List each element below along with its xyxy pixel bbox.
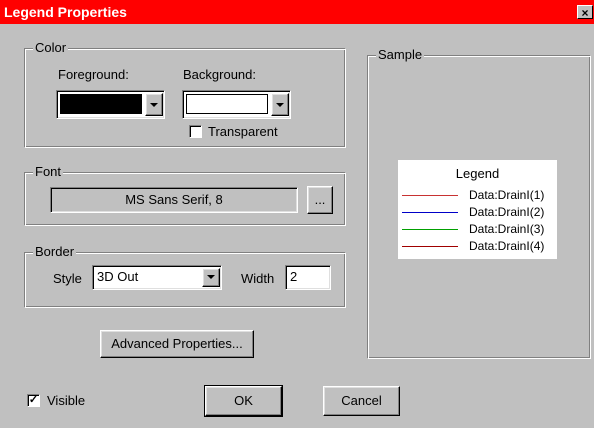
- border-width-value: 2: [290, 269, 298, 284]
- border-style-value: 3D Out: [97, 269, 139, 284]
- font-display-field: MS Sans Serif, 8: [50, 187, 298, 213]
- border-group-label: Border: [33, 244, 77, 259]
- foreground-label: Foreground:: [58, 67, 129, 82]
- foreground-color-swatch: [60, 94, 142, 114]
- legend-series-name: Data:DrainI(2): [469, 205, 545, 219]
- legend-series-line: [402, 229, 458, 230]
- dropdown-arrow-icon: [207, 275, 215, 279]
- sample-legend-title: Legend: [455, 166, 500, 181]
- visible-label: Visible: [47, 393, 86, 408]
- foreground-color-select[interactable]: [56, 90, 165, 119]
- background-color-swatch: [186, 94, 268, 114]
- background-color-select[interactable]: [182, 90, 291, 119]
- foreground-dropdown-button[interactable]: [145, 93, 163, 116]
- legend-series-row: Data:DrainI(1): [398, 188, 559, 202]
- border-style-select[interactable]: 3D Out: [92, 265, 222, 290]
- font-value: MS Sans Serif, 8: [125, 192, 223, 207]
- dropdown-arrow-icon: [150, 103, 158, 107]
- visible-checkbox[interactable]: ✓: [27, 394, 40, 407]
- legend-series-name: Data:DrainI(4): [469, 239, 545, 253]
- cancel-button[interactable]: Cancel: [323, 386, 400, 416]
- legend-series-row: Data:DrainI(2): [398, 205, 559, 219]
- close-icon: ×: [581, 6, 589, 20]
- advanced-properties-label: Advanced Properties...: [111, 336, 243, 351]
- color-group-label: Color: [33, 40, 69, 55]
- width-label: Width: [241, 271, 275, 286]
- sample-legend-box: Legend Data:DrainI(1) Data:DrainI(2) Dat…: [397, 159, 558, 260]
- ok-button[interactable]: OK: [204, 385, 283, 417]
- checkbox-icon: ✓: [28, 394, 39, 406]
- ok-label: OK: [234, 393, 253, 408]
- cancel-label: Cancel: [341, 393, 382, 408]
- border-style-dropdown-button[interactable]: [202, 268, 220, 287]
- title-bar: Legend Properties ×: [0, 0, 594, 24]
- legend-series-row: Data:DrainI(4): [398, 239, 559, 253]
- transparent-checkbox[interactable]: [189, 125, 202, 138]
- background-label: Background:: [183, 67, 256, 82]
- font-browse-label: ...: [314, 192, 326, 207]
- close-button[interactable]: ×: [577, 5, 593, 20]
- legend-series-row: Data:DrainI(3): [398, 222, 559, 236]
- dialog-title: Legend Properties: [4, 4, 127, 20]
- legend-series-name: Data:DrainI(1): [469, 188, 545, 202]
- transparent-label: Transparent: [208, 124, 278, 139]
- advanced-properties-button[interactable]: Advanced Properties...: [100, 330, 254, 358]
- legend-series-line: [402, 246, 458, 247]
- sample-group-label: Sample: [376, 47, 425, 62]
- legend-series-name: Data:DrainI(3): [469, 222, 545, 236]
- dropdown-arrow-icon: [276, 103, 284, 107]
- font-browse-button[interactable]: ...: [307, 186, 333, 214]
- font-group-label: Font: [33, 164, 64, 179]
- legend-series-line: [402, 212, 458, 213]
- legend-series-line: [402, 195, 458, 196]
- border-width-input[interactable]: 2: [285, 265, 331, 290]
- background-dropdown-button[interactable]: [271, 93, 289, 116]
- style-label: Style: [53, 271, 82, 286]
